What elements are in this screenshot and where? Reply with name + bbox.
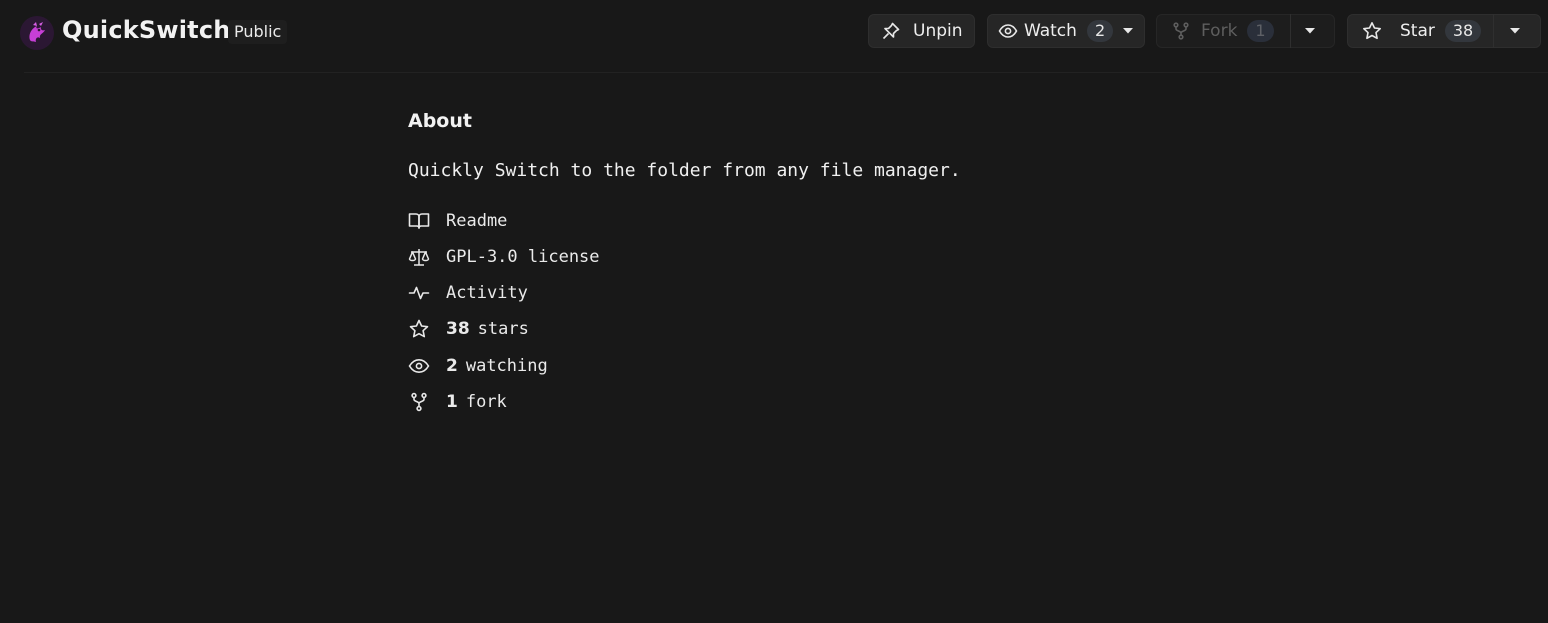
star-dropdown-icon[interactable] — [1494, 28, 1536, 34]
stars-count: 38 — [446, 319, 470, 339]
repo-name[interactable]: QuickSwitch — [62, 16, 231, 44]
star-count: 38 — [1444, 20, 1482, 42]
repo-header: QuickSwitch Public Unpin Watch 2 Fork 1 … — [0, 0, 1548, 66]
dragon-logo-icon[interactable] — [20, 16, 54, 50]
license-link[interactable]: GPL-3.0 license — [408, 245, 600, 269]
forks-count: 1 — [446, 392, 458, 412]
fork-label: Fork — [1201, 21, 1238, 41]
watch-label: Watch — [1024, 21, 1077, 41]
repo-description: Quickly Switch to the folder from any fi… — [408, 160, 961, 181]
star-button-group[interactable]: Star 38 — [1347, 14, 1541, 48]
watching-label: watching — [465, 356, 548, 376]
visibility-badge: Public — [228, 20, 288, 44]
fork-dropdown-icon[interactable] — [1291, 28, 1329, 34]
activity-label: Activity — [446, 283, 528, 303]
eye-icon — [408, 355, 430, 377]
watch-button[interactable]: Watch 2 — [987, 14, 1145, 48]
unpin-button[interactable]: Unpin — [868, 14, 975, 48]
readme-label: Readme — [446, 211, 508, 231]
readme-link[interactable]: Readme — [408, 209, 507, 233]
about-section: About Quickly Switch to the folder from … — [408, 110, 961, 412]
fork-icon — [1171, 21, 1191, 41]
star-icon — [1362, 21, 1382, 41]
pulse-icon — [408, 282, 430, 304]
header-divider — [24, 72, 1548, 73]
forks-label: fork — [465, 392, 507, 412]
pin-icon — [881, 21, 901, 41]
book-icon — [408, 210, 430, 232]
fork-icon — [408, 391, 430, 413]
forks-link[interactable]: 1 fork — [408, 390, 507, 414]
stars-link[interactable]: 38 stars — [408, 317, 529, 341]
unpin-label: Unpin — [913, 21, 963, 41]
star-outline-icon — [408, 318, 430, 340]
about-title: About — [408, 110, 472, 132]
watch-dropdown-icon[interactable] — [1121, 28, 1135, 34]
license-label: GPL-3.0 license — [446, 247, 600, 267]
watching-count: 2 — [446, 356, 458, 376]
watch-count: 2 — [1086, 20, 1114, 42]
stars-label: stars — [477, 319, 529, 339]
fork-button-group: Fork 1 — [1156, 14, 1335, 48]
scale-icon — [408, 246, 430, 268]
watching-link[interactable]: 2 watching — [408, 354, 548, 378]
activity-link[interactable]: Activity — [408, 281, 528, 305]
eye-icon — [998, 21, 1018, 41]
fork-count: 1 — [1247, 20, 1274, 42]
star-label: Star — [1400, 21, 1435, 41]
